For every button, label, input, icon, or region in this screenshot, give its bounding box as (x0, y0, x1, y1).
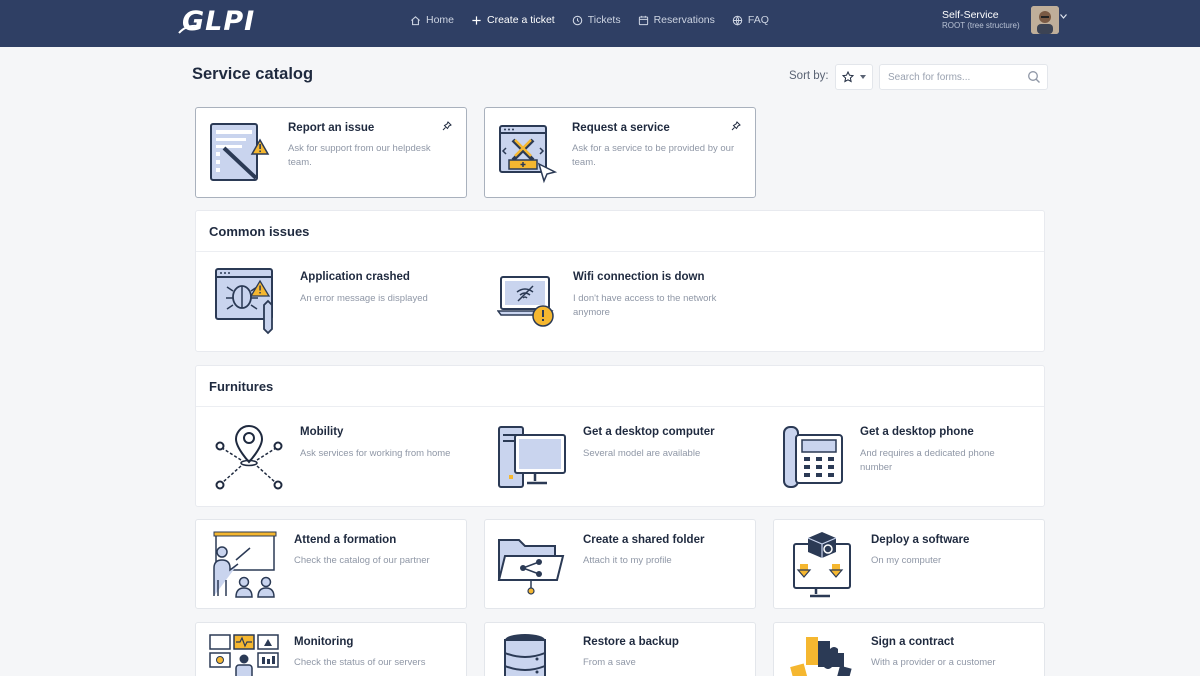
item-title: Get a desktop computer (583, 426, 715, 438)
nav-reservations[interactable]: Reservations (638, 14, 715, 26)
section-header: Furnitures (196, 366, 1044, 407)
user-entity[interactable]: ROOT (tree structure) (942, 21, 1020, 30)
card-title: Restore a backup (583, 636, 679, 648)
card-description: Ask for a service to be provided by our … (572, 143, 735, 168)
card-description: Attach it to my profile (583, 555, 672, 566)
form-card-request-service[interactable]: Request a service Ask for a service to b… (484, 107, 756, 198)
form-card-sign-contract[interactable]: Sign a contract With a provider or a cus… (773, 622, 1045, 676)
deploy-software-illustration (793, 532, 851, 598)
card-title: Report an issue (288, 122, 375, 134)
form-card-deploy-software[interactable]: Deploy a software On my computer (773, 519, 1045, 609)
attend-formation-illustration (213, 531, 277, 598)
item-title: Wifi connection is down (573, 271, 705, 283)
sign-contract-illustration (790, 637, 852, 676)
globe-icon (732, 15, 743, 26)
form-item-mobility[interactable]: Mobility Ask services for working from h… (196, 408, 476, 506)
shared-folder-illustration (497, 539, 565, 595)
search-box (879, 64, 1048, 90)
section-common-issues: Common issues Application crashed An err… (195, 210, 1045, 352)
nav-create-ticket[interactable]: Create a ticket (471, 14, 555, 26)
wifi-down-illustration (497, 276, 554, 327)
plus-icon (472, 15, 481, 25)
report-issue-illustration (210, 123, 270, 181)
pin-icon[interactable] (442, 121, 452, 131)
section-header: Common issues (196, 211, 1044, 252)
card-title: Create a shared folder (583, 534, 705, 546)
item-description: An error message is displayed (300, 293, 428, 304)
top-navbar: GLPI Home Create a ticket Tickets Reserv… (0, 0, 1200, 47)
star-icon (842, 71, 854, 83)
card-description: Ask for support from our helpdesk team. (288, 143, 431, 168)
clock-icon (572, 15, 582, 25)
item-title: Get a desktop phone (860, 426, 974, 438)
section-furnitures: Furnitures Mobility Ask services for wor… (195, 365, 1045, 507)
card-description: Check the status of our servers (294, 657, 426, 668)
home-icon (411, 15, 420, 25)
nav-tickets[interactable]: Tickets (572, 14, 621, 26)
card-title: Sign a contract (871, 636, 955, 648)
application-crashed-illustration (215, 268, 273, 335)
sort-dropdown[interactable] (835, 64, 873, 90)
nav-faq[interactable]: FAQ (732, 14, 769, 26)
calendar-icon (638, 15, 648, 25)
card-description: On my computer (871, 555, 942, 566)
logo-swoosh-icon (178, 24, 198, 34)
page-title: Service catalog (192, 65, 314, 83)
form-item-wifi-down[interactable]: Wifi connection is down I don't have acc… (479, 253, 759, 351)
item-description: I don't have access to the network anymo… (573, 293, 717, 318)
mobility-illustration (215, 424, 283, 490)
item-description: Several model are available (583, 448, 701, 459)
form-card-report-issue[interactable]: Report an issue Ask for support from our… (195, 107, 467, 198)
item-title: Mobility (300, 426, 344, 438)
card-title: Monitoring (294, 636, 354, 648)
card-description: From a save (583, 657, 636, 668)
section-title: Furnitures (209, 379, 274, 394)
card-title: Request a service (572, 122, 670, 134)
form-card-attend-formation[interactable]: Attend a formation Check the catalog of … (195, 519, 467, 609)
form-card-restore-backup[interactable]: Restore a backup From a save (484, 622, 756, 676)
form-card-monitoring[interactable]: Monitoring Check the status of our serve… (195, 622, 467, 676)
desktop-phone-illustration (783, 426, 843, 488)
sort-label: Sort by: (789, 70, 829, 82)
user-name[interactable]: Self-Service (942, 9, 999, 21)
avatar[interactable] (1031, 6, 1059, 34)
section-title: Common issues (209, 224, 310, 239)
form-item-desktop-phone[interactable]: Get a desktop phone And requires a dedic… (762, 408, 1042, 506)
desktop-computer-illustration (498, 426, 566, 488)
monitoring-illustration (209, 634, 279, 676)
restore-backup-illustration (504, 634, 546, 676)
card-description: With a provider or a customer (871, 657, 996, 668)
nav-tickets-label: Tickets (587, 14, 621, 26)
search-icon[interactable] (1027, 70, 1041, 84)
nav-reservations-label: Reservations (653, 14, 715, 26)
item-title: Application crashed (300, 271, 410, 283)
card-title: Deploy a software (871, 534, 970, 546)
pin-icon[interactable] (731, 121, 741, 131)
item-description: Ask services for working from home (300, 448, 451, 459)
search-input[interactable] (880, 65, 1015, 89)
caret-down-icon (860, 75, 866, 79)
form-card-shared-folder[interactable]: Create a shared folder Attach it to my p… (484, 519, 756, 609)
request-service-illustration (499, 125, 558, 184)
form-item-application-crashed[interactable]: Application crashed An error message is … (196, 253, 476, 351)
card-description: Check the catalog of our partner (294, 555, 430, 566)
chevron-down-icon[interactable] (1060, 14, 1067, 19)
main-nav: Home Create a ticket Tickets Reservation… (410, 0, 786, 40)
card-title: Attend a formation (294, 534, 397, 546)
nav-faq-label: FAQ (747, 14, 769, 26)
item-description: And requires a dedicated phone number (860, 448, 995, 473)
form-item-desktop-computer[interactable]: Get a desktop computer Several model are… (479, 408, 759, 506)
nav-home[interactable]: Home (410, 14, 454, 26)
nav-home-label: Home (426, 14, 455, 26)
nav-create-ticket-label: Create a ticket (487, 14, 555, 26)
